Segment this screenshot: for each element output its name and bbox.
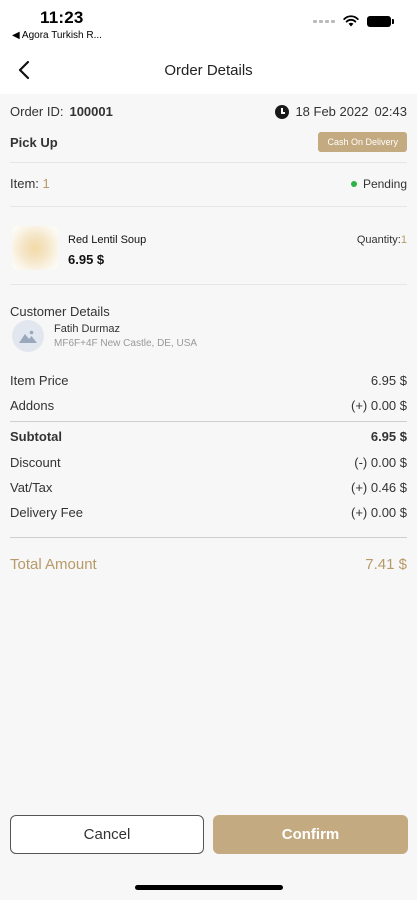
payment-badge: Cash On Delivery bbox=[318, 132, 407, 152]
item-quantity: Quantity:1 bbox=[357, 234, 407, 246]
image-placeholder-icon bbox=[19, 330, 37, 343]
customer-section-title: Customer Details bbox=[10, 304, 110, 319]
status-badge: Pending bbox=[350, 176, 407, 191]
nav-bar: Order Details bbox=[0, 46, 417, 94]
delivery-fee-value: (+) 0.00 $ bbox=[350, 505, 407, 520]
confirm-button[interactable]: Confirm bbox=[213, 815, 408, 854]
order-type-row: Pick Up Cash On Delivery bbox=[10, 132, 407, 152]
divider bbox=[10, 162, 407, 163]
item-count: Item: 1 bbox=[10, 176, 50, 191]
cancel-button[interactable]: Cancel bbox=[10, 815, 204, 854]
avatar bbox=[12, 320, 44, 352]
item-status-row: Item: 1 Pending bbox=[10, 176, 407, 191]
order-id-row: Order ID: 100001 18 Feb 2022 02:43 bbox=[10, 104, 407, 119]
tax-label: Vat/Tax bbox=[10, 480, 53, 495]
addons-value: (+) 0.00 $ bbox=[350, 398, 407, 413]
discount-row: Discount (-) 0.00 $ bbox=[10, 455, 407, 470]
order-datetime: 18 Feb 2022 02:43 bbox=[275, 104, 407, 119]
item-price-label: Item Price bbox=[10, 373, 69, 388]
divider bbox=[10, 537, 407, 538]
total-row: Total Amount 7.41 $ bbox=[10, 556, 407, 573]
status-label: Pending bbox=[362, 176, 407, 191]
item-count-value: 1 bbox=[42, 176, 50, 191]
status-time: 11:23 bbox=[40, 8, 84, 27]
cellular-signal-icon bbox=[313, 19, 335, 23]
back-to-app-link[interactable]: ◀ Agora Turkish R... bbox=[12, 30, 102, 41]
total-label: Total Amount bbox=[10, 556, 97, 573]
total-value: 7.41 $ bbox=[365, 556, 407, 573]
divider bbox=[10, 206, 407, 207]
order-details-content: Order ID: 100001 18 Feb 2022 02:43 Pick U… bbox=[0, 94, 417, 900]
subtotal-value: 6.95 $ bbox=[370, 429, 407, 444]
quantity-label: Quantity: bbox=[356, 234, 401, 246]
status-icons bbox=[313, 15, 394, 27]
divider bbox=[10, 421, 407, 422]
customer-name: Fatih Durmaz bbox=[54, 323, 121, 335]
food-image bbox=[12, 226, 58, 270]
order-id-label: Order ID: bbox=[10, 104, 64, 119]
addons-row: Addons (+) 0.00 $ bbox=[10, 398, 407, 413]
item-count-label: Item: bbox=[10, 176, 39, 191]
page-title: Order Details bbox=[164, 62, 253, 79]
divider bbox=[10, 284, 407, 285]
wifi-icon bbox=[343, 15, 359, 27]
order-id: Order ID: 100001 bbox=[10, 104, 113, 119]
subtotal-row: Subtotal 6.95 $ bbox=[10, 429, 407, 444]
battery-icon bbox=[367, 15, 394, 27]
status-bar: 11:23 ◀ Agora Turkish R... bbox=[0, 0, 417, 46]
tax-value: (+) 0.46 $ bbox=[350, 480, 407, 495]
customer-address: MF6F+4F New Castle, DE, USA bbox=[54, 338, 198, 349]
order-date: 18 Feb 2022 bbox=[295, 104, 369, 119]
item-price: 6.95 $ bbox=[68, 252, 105, 267]
subtotal-label: Subtotal bbox=[10, 429, 62, 444]
order-type: Pick Up bbox=[10, 134, 58, 150]
item-price-row: Item Price 6.95 $ bbox=[10, 373, 407, 388]
addons-label: Addons bbox=[10, 398, 55, 413]
delivery-fee-row: Delivery Fee (+) 0.00 $ bbox=[10, 505, 407, 520]
item-name: Red Lentil Soup bbox=[68, 234, 147, 246]
status-dot-icon bbox=[350, 180, 357, 187]
quantity-value: 1 bbox=[400, 234, 407, 246]
discount-value: (-) 0.00 $ bbox=[354, 455, 407, 470]
tax-row: Vat/Tax (+) 0.46 $ bbox=[10, 480, 407, 495]
discount-label: Discount bbox=[10, 455, 61, 470]
clock-icon bbox=[275, 104, 290, 119]
item-price-value: 6.95 $ bbox=[370, 373, 407, 388]
order-id-value: 100001 bbox=[69, 104, 113, 119]
order-time: 02:43 bbox=[374, 104, 407, 119]
home-indicator[interactable] bbox=[135, 885, 283, 890]
delivery-fee-label: Delivery Fee bbox=[10, 505, 83, 520]
